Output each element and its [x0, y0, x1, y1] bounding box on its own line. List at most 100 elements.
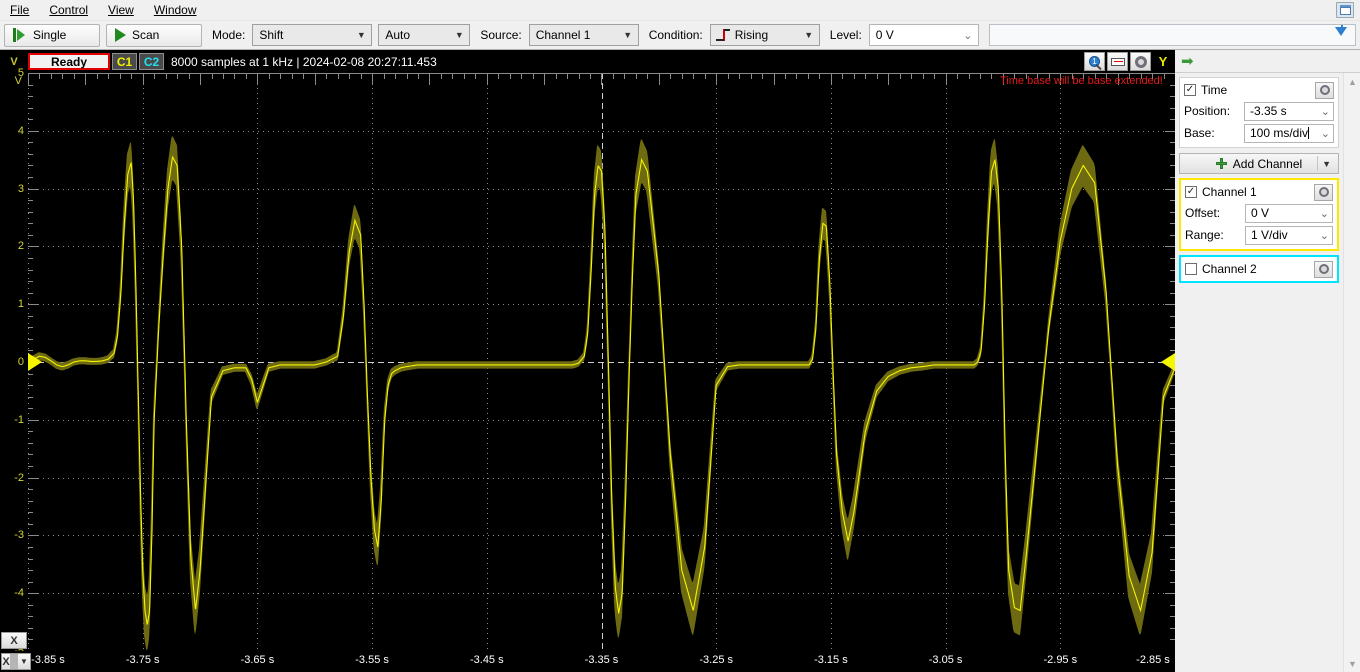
single-button[interactable]: Single — [4, 23, 100, 47]
x-axis-tick: -3.25 s — [699, 654, 734, 666]
scroll-down-icon[interactable]: ▼ — [1344, 655, 1360, 672]
time-base-row: Base: 100 ms/div ⌄ — [1184, 123, 1334, 143]
x-axis-tick: -2.95 s — [1043, 654, 1078, 666]
measure-icon[interactable] — [1107, 52, 1128, 71]
x-axis-tick: -3.75 s — [125, 654, 160, 666]
x-axis-toggle-divider — [10, 654, 18, 669]
channel1-offset-input[interactable]: 0 V ⌄ — [1245, 203, 1333, 223]
scroll-up-icon[interactable]: ▲ — [1344, 73, 1360, 90]
mode-select[interactable]: Shift ▼ — [252, 24, 373, 46]
chevron-down-icon: ⌄ — [1320, 127, 1330, 140]
time-position-label: Position: — [1184, 104, 1231, 118]
chevron-down-icon: ⌄ — [1319, 229, 1329, 242]
channel2-group-title: Channel 2 — [1202, 262, 1257, 276]
level-input-value: 0 V — [875, 28, 894, 42]
y-axis-tick: 1 — [17, 298, 24, 311]
zoom-icon-handle — [1095, 63, 1102, 71]
channel1-group-header: ✓ Channel 1 — [1185, 183, 1333, 201]
oscilloscope-window: File Control View Window Single Scan Mod… — [0, 0, 1360, 672]
chevron-down-icon: ▼ — [804, 30, 814, 40]
mode-select-value: Shift — [259, 28, 284, 42]
y-axis-tick: 2 — [17, 240, 24, 253]
voltage-unit-label: V — [10, 55, 18, 68]
condition-select-value: Rising — [734, 28, 769, 42]
x-axis-tick: -3.65 s — [240, 654, 275, 666]
x-axis-tick: -3.55 s — [355, 654, 389, 666]
y-axis-tick: 0 — [17, 356, 24, 368]
x-axis-tick: -3.35 s — [584, 654, 619, 666]
channel1-offset-marker[interactable] — [1161, 353, 1175, 371]
channel2-badge[interactable]: C2 — [139, 53, 164, 70]
download-icon — [1335, 27, 1347, 36]
channel1-group-title: Channel 1 — [1202, 185, 1257, 199]
window-restore-icon[interactable] — [1336, 2, 1354, 18]
channel2-settings-button[interactable] — [1314, 260, 1333, 278]
rising-edge-icon — [715, 28, 731, 42]
channel1-badge[interactable]: C1 — [112, 53, 137, 70]
auto-select[interactable]: Auto ▼ — [378, 24, 471, 46]
right-arrow-icon[interactable]: ➡ — [1181, 54, 1194, 69]
time-group: ✓ Time Position: -3.35 s ⌄ Base: 100 ms/… — [1179, 77, 1339, 148]
scope-display[interactable]: V543210-1-2-3-4-5X Time base will be bas… — [0, 67, 1175, 657]
menu-item-file-label: File — [10, 3, 30, 17]
scan-button[interactable]: Scan — [106, 23, 202, 47]
menu-item-view-label: View — [108, 3, 134, 17]
status-bar-right: ➡ — [1175, 50, 1360, 73]
channel2-checkbox[interactable] — [1185, 263, 1197, 275]
channel1-checkbox[interactable]: ✓ — [1185, 186, 1197, 198]
channel1-range-label: Range: — [1185, 228, 1224, 242]
menu-item-view[interactable]: View — [98, 1, 144, 19]
y-axis: V543210-1-2-3-4-5X — [0, 67, 28, 657]
panel-scrollbar[interactable]: ▲ ▼ — [1343, 73, 1360, 672]
level-input[interactable]: 0 V ⌄ — [868, 24, 979, 46]
x-axis-tick: -3.85 s — [31, 654, 65, 666]
channel1-range-value: 1 V/div — [1251, 228, 1288, 242]
channel2-group-header: Channel 2 — [1185, 260, 1333, 278]
y-axis-tick: -2 — [14, 471, 24, 484]
zoom-icon[interactable]: 1 — [1084, 52, 1105, 71]
plot-area[interactable]: Time base will be base extended! — [28, 73, 1175, 651]
y-axis-toggle[interactable]: Y — [1153, 52, 1173, 71]
x-axis-tick: -2.85 s — [1136, 654, 1170, 666]
download-strip[interactable] — [988, 24, 1356, 46]
add-channel-divider — [1317, 156, 1318, 171]
chevron-down-icon[interactable]: ▼ — [1322, 159, 1331, 169]
time-base-input[interactable]: 100 ms/div ⌄ — [1244, 123, 1334, 143]
menu-item-window[interactable]: Window — [144, 1, 207, 19]
condition-label: Condition: — [648, 28, 703, 42]
y-axis-toggle-button[interactable]: X — [1, 632, 27, 649]
time-position-input[interactable]: -3.35 s ⌄ — [1244, 101, 1334, 121]
gear-icon — [1134, 55, 1147, 68]
source-select[interactable]: Channel 1 ▼ — [528, 24, 639, 46]
x-axis-toggle-label: X — [2, 655, 10, 668]
channel1-settings-button[interactable] — [1314, 183, 1333, 201]
x-axis-tick: -3.15 s — [814, 654, 848, 666]
channel1-range-row: Range: 1 V/div ⌄ — [1185, 225, 1333, 245]
time-group-header: ✓ Time — [1184, 81, 1334, 99]
mode-label: Mode: — [212, 28, 246, 42]
text-cursor — [1308, 127, 1310, 139]
channel1-offset-value: 0 V — [1251, 206, 1270, 220]
channel1-offset-row: Offset: 0 V ⌄ — [1185, 203, 1333, 223]
y-axis-tick: 4 — [17, 124, 24, 137]
y-axis-tick: -4 — [14, 587, 24, 600]
time-checkbox[interactable]: ✓ — [1184, 84, 1196, 96]
x-axis-toggle[interactable]: X ▼ — [1, 653, 31, 670]
add-channel-button[interactable]: Add Channel ▼ — [1179, 153, 1339, 174]
time-settings-button[interactable] — [1315, 81, 1334, 99]
source-select-value: Channel 1 — [535, 28, 591, 42]
menu-item-window-label: Window — [153, 3, 197, 17]
menu-item-control[interactable]: Control — [39, 1, 98, 19]
y-axis-tick: 3 — [17, 182, 24, 195]
menu-item-file[interactable]: File — [0, 1, 39, 19]
x-axis-tick: -3.45 s — [469, 654, 504, 666]
play-icon — [115, 28, 126, 42]
settings-icon[interactable] — [1130, 52, 1151, 71]
time-group-title: Time — [1201, 83, 1228, 97]
channel1-range-input[interactable]: 1 V/div ⌄ — [1245, 225, 1333, 245]
condition-select[interactable]: Rising ▼ — [709, 24, 820, 46]
auto-select-value: Auto — [385, 28, 411, 42]
source-label: Source: — [480, 28, 522, 42]
y-axis-tick: -1 — [14, 413, 24, 426]
status-bar: V Ready C1 C2 8000 samples at 1 kHz | 20… — [0, 50, 1175, 73]
